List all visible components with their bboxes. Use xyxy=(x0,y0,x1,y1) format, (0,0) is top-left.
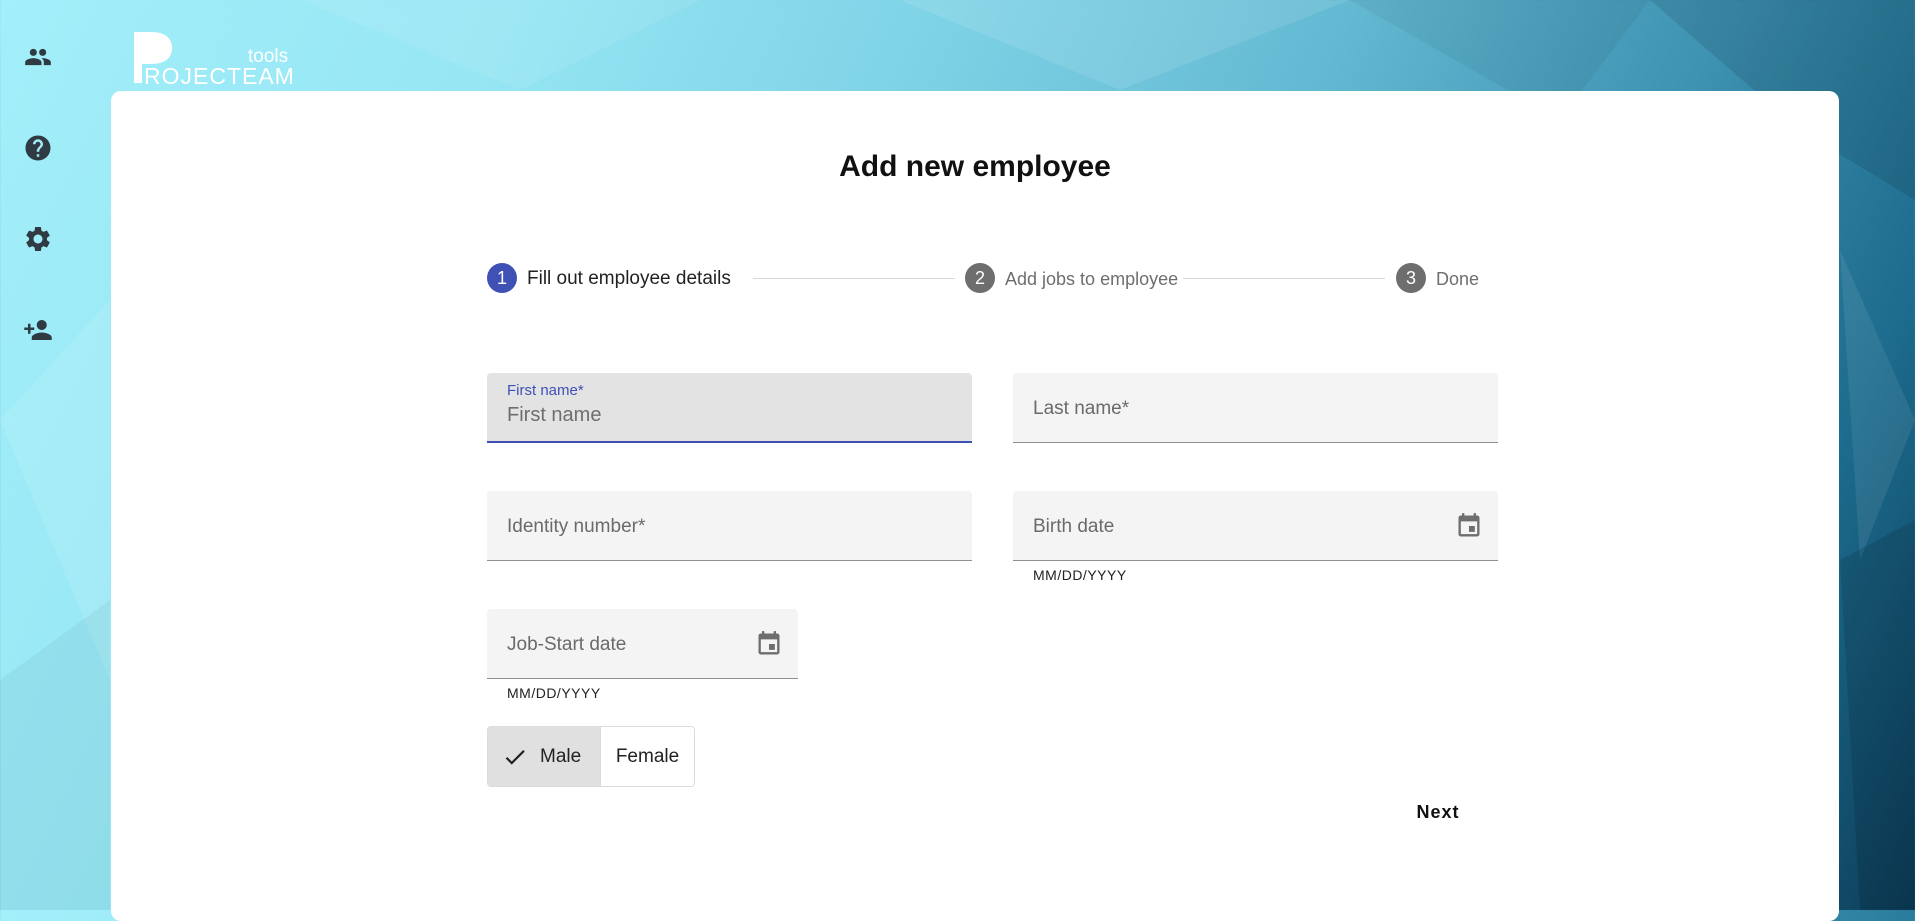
last-name-field[interactable]: Last name* xyxy=(1013,373,1498,443)
sidebar-item-help[interactable] xyxy=(19,129,57,167)
first-name-field[interactable]: First name* xyxy=(487,373,972,443)
identity-number-label: Identity number* xyxy=(507,516,646,537)
gender-option-female-label: Female xyxy=(615,745,680,767)
next-button[interactable]: Next xyxy=(1395,790,1481,834)
people-icon xyxy=(25,48,51,66)
step-connector xyxy=(1183,278,1385,279)
sidebar-item-employees[interactable] xyxy=(19,38,57,76)
gender-option-male-label: Male xyxy=(540,745,582,767)
brand-logo[interactable]: tools ROJECTEAM xyxy=(131,28,301,89)
job-start-date-field[interactable]: Job-Start date xyxy=(487,609,798,679)
first-name-input[interactable] xyxy=(507,404,947,427)
identity-number-field[interactable]: Identity number* xyxy=(487,491,972,561)
gear-icon xyxy=(26,227,50,251)
sidebar-item-settings[interactable] xyxy=(19,220,57,258)
gender-option-male[interactable]: Male xyxy=(488,727,600,786)
step-3-label[interactable]: Done xyxy=(1436,269,1479,290)
birth-date-hint: MM/DD/YYYY xyxy=(1033,567,1127,583)
job-start-date-hint: MM/DD/YYYY xyxy=(507,685,601,701)
gender-toggle-group: Male Female xyxy=(487,726,695,787)
job-start-date-label: Job-Start date xyxy=(507,634,627,655)
last-name-label: Last name* xyxy=(1033,398,1130,419)
step-3-circle[interactable]: 3 xyxy=(1396,263,1426,293)
first-name-floating-label: First name* xyxy=(507,382,584,399)
step-connector xyxy=(753,278,955,279)
step-2-circle[interactable]: 2 xyxy=(965,263,995,293)
step-2-label[interactable]: Add jobs to employee xyxy=(1005,269,1178,290)
sidebar xyxy=(0,0,75,910)
step-1-circle[interactable]: 1 xyxy=(487,263,517,293)
add-person-icon xyxy=(24,320,52,340)
check-icon xyxy=(505,749,525,765)
main-card: Add new employee 1 Fill out employee det… xyxy=(111,91,1839,921)
birth-date-field[interactable]: Birth date xyxy=(1013,491,1498,561)
logo-main-text: ROJECTEAM xyxy=(144,63,295,86)
gender-option-female[interactable]: Female xyxy=(600,727,694,786)
sidebar-item-add-employee[interactable] xyxy=(19,311,57,349)
step-1-label[interactable]: Fill out employee details xyxy=(527,268,731,290)
help-icon xyxy=(25,135,51,161)
birth-date-label: Birth date xyxy=(1033,516,1115,537)
page-title: Add new employee xyxy=(839,150,1111,183)
calendar-icon[interactable] xyxy=(755,630,783,658)
calendar-icon[interactable] xyxy=(1455,512,1483,540)
